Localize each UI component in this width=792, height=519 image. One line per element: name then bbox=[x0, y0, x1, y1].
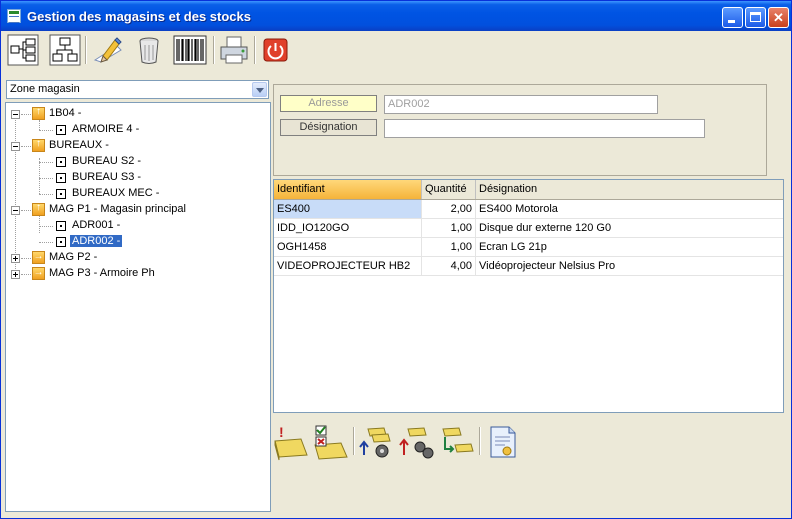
add-stock-icon[interactable]: ! bbox=[273, 423, 311, 461]
stock-grid: Identifiant Quantité Désignation ES400 2… bbox=[273, 179, 784, 413]
tree-node-label: BUREAUX - bbox=[49, 139, 109, 151]
collapse-icon[interactable] bbox=[11, 206, 20, 215]
tree-view-icon[interactable] bbox=[7, 34, 39, 66]
cell-designation[interactable]: Vidéoprojecteur Nelsius Pro bbox=[476, 257, 783, 275]
cell-identifiant[interactable]: IDD_IO120GO bbox=[274, 219, 422, 237]
tree-node-label: BUREAU S3 - bbox=[72, 171, 142, 183]
cell-quantite[interactable]: 1,00 bbox=[422, 219, 476, 237]
address-icon bbox=[56, 221, 66, 231]
column-header-quantite[interactable]: Quantité bbox=[422, 180, 476, 199]
cell-quantite[interactable]: 1,00 bbox=[422, 238, 476, 256]
zone-up-icon: ↑ bbox=[32, 202, 45, 216]
tree-node-label: ADR001 - bbox=[72, 219, 121, 231]
tree-node-bureaux-mec[interactable]: BUREAUX MEC - bbox=[8, 186, 258, 202]
address-icon bbox=[56, 189, 66, 199]
tree-node-label: MAG P1 - Magasin principal bbox=[49, 203, 186, 215]
tree-node-label: BUREAU S2 - bbox=[72, 155, 142, 167]
toolbar-separator bbox=[353, 427, 355, 455]
close-button[interactable]: ✕ bbox=[768, 7, 789, 28]
table-row[interactable]: OGH1458 1,00 Ecran LG 21p bbox=[274, 238, 783, 257]
collapse-icon[interactable] bbox=[11, 110, 20, 119]
cell-quantite[interactable]: 2,00 bbox=[422, 200, 476, 218]
collapse-icon[interactable] bbox=[11, 142, 20, 151]
tree-node-bureau-s2[interactable]: BUREAU S2 - bbox=[8, 154, 258, 170]
address-icon bbox=[56, 173, 66, 183]
minimize-icon bbox=[728, 20, 735, 23]
zone-up-icon: ↑ bbox=[32, 106, 45, 120]
tree-node-label: 1B04 - bbox=[49, 107, 82, 119]
address-icon bbox=[56, 125, 66, 135]
zone-up-icon: ↑ bbox=[32, 138, 45, 152]
cell-designation[interactable]: Ecran LG 21p bbox=[476, 238, 783, 256]
address-icon bbox=[56, 157, 66, 167]
app-icon bbox=[7, 9, 21, 23]
tree-node-bureau-s3[interactable]: BUREAU S3 - bbox=[8, 170, 258, 186]
tree-node-bureaux[interactable]: ↑ BUREAUX - bbox=[8, 138, 258, 154]
tree-node-armoire4[interactable]: ARMOIRE 4 - bbox=[8, 122, 258, 138]
zone-right-icon: → bbox=[32, 251, 45, 264]
stock-transfer-icon[interactable] bbox=[439, 423, 477, 461]
designation-label: Désignation bbox=[280, 119, 377, 136]
cell-identifiant[interactable]: OGH1458 bbox=[274, 238, 422, 256]
address-icon bbox=[56, 237, 66, 247]
svg-text:!: ! bbox=[279, 424, 284, 440]
hierarchy-icon[interactable] bbox=[49, 34, 81, 66]
zone-right-icon: → bbox=[32, 267, 45, 280]
stock-out-icon[interactable] bbox=[398, 423, 436, 461]
main-window: Gestion des magasins et des stocks ✕ Zon… bbox=[0, 0, 792, 519]
toolbar-separator bbox=[254, 36, 256, 64]
zone-tree: ↑ 1B04 - ARMOIRE 4 - ↑ BUREAUX - BUREAU … bbox=[5, 102, 271, 512]
report-icon[interactable] bbox=[485, 423, 523, 461]
tree-node-label: MAG P3 - Armoire Ph bbox=[49, 267, 155, 279]
cell-designation[interactable]: ES400 Motorola bbox=[476, 200, 783, 218]
minimize-button[interactable] bbox=[722, 7, 743, 28]
tree-node-1b04[interactable]: ↑ 1B04 - bbox=[8, 106, 258, 122]
address-details-group: Adresse ADR002 Désignation bbox=[273, 84, 767, 176]
grid-header: Identifiant Quantité Désignation bbox=[274, 180, 783, 200]
tree-node-adr001[interactable]: ADR001 - bbox=[8, 218, 258, 234]
expand-icon[interactable] bbox=[11, 254, 20, 263]
main-toolbar bbox=[1, 31, 791, 69]
tree-node-label: MAG P2 - bbox=[49, 251, 98, 263]
table-row[interactable]: IDD_IO120GO 1,00 Disque dur externe 120 … bbox=[274, 219, 783, 238]
designation-field[interactable] bbox=[384, 119, 705, 138]
expand-icon[interactable] bbox=[11, 270, 20, 279]
cell-quantite[interactable]: 4,00 bbox=[422, 257, 476, 275]
maximize-icon bbox=[750, 12, 761, 22]
chevron-down-icon[interactable] bbox=[252, 82, 267, 97]
window-title: Gestion des magasins et des stocks bbox=[27, 9, 251, 24]
title-bar[interactable]: Gestion des magasins et des stocks ✕ bbox=[1, 1, 791, 31]
adresse-label: Adresse bbox=[280, 95, 377, 112]
adresse-field[interactable]: ADR002 bbox=[384, 95, 658, 114]
edit-pencil-icon[interactable] bbox=[91, 34, 123, 66]
barcode-icon[interactable] bbox=[173, 34, 207, 66]
tree-node-label: BUREAUX MEC - bbox=[72, 187, 160, 199]
table-row[interactable]: ES400 2,00 ES400 Motorola bbox=[274, 200, 783, 219]
tree-node-mag-p3[interactable]: → MAG P3 - Armoire Ph bbox=[8, 266, 258, 282]
power-icon[interactable] bbox=[260, 34, 292, 66]
tree-node-label-selected: ADR002 - bbox=[70, 235, 123, 247]
stock-in-icon[interactable] bbox=[358, 423, 396, 461]
toolbar-separator bbox=[85, 36, 87, 64]
toolbar-separator bbox=[213, 36, 215, 64]
column-header-designation[interactable]: Désignation bbox=[476, 180, 783, 199]
tree-node-label: ARMOIRE 4 - bbox=[72, 123, 140, 135]
trash-icon[interactable] bbox=[133, 34, 165, 66]
printer-icon[interactable] bbox=[218, 34, 250, 66]
cell-identifiant[interactable]: VIDEOPROJECTEUR HB2 bbox=[274, 257, 422, 275]
zone-select-value: Zone magasin bbox=[10, 83, 80, 95]
maximize-button[interactable] bbox=[745, 7, 766, 28]
validate-stock-icon[interactable] bbox=[313, 423, 351, 461]
tree-node-mag-p1[interactable]: ↑ MAG P1 - Magasin principal bbox=[8, 202, 258, 218]
column-header-identifiant[interactable]: Identifiant bbox=[274, 180, 422, 199]
tree-node-mag-p2[interactable]: → MAG P2 - bbox=[8, 250, 258, 266]
stock-toolbar: ! bbox=[273, 421, 543, 463]
cell-designation[interactable]: Disque dur externe 120 G0 bbox=[476, 219, 783, 237]
zone-select[interactable]: Zone magasin bbox=[6, 80, 269, 99]
cell-identifiant[interactable]: ES400 bbox=[274, 200, 422, 218]
close-icon: ✕ bbox=[773, 10, 784, 25]
toolbar-separator bbox=[479, 427, 481, 455]
table-row[interactable]: VIDEOPROJECTEUR HB2 4,00 Vidéoprojecteur… bbox=[274, 257, 783, 276]
tree-node-adr002[interactable]: ADR002 - bbox=[8, 234, 258, 250]
